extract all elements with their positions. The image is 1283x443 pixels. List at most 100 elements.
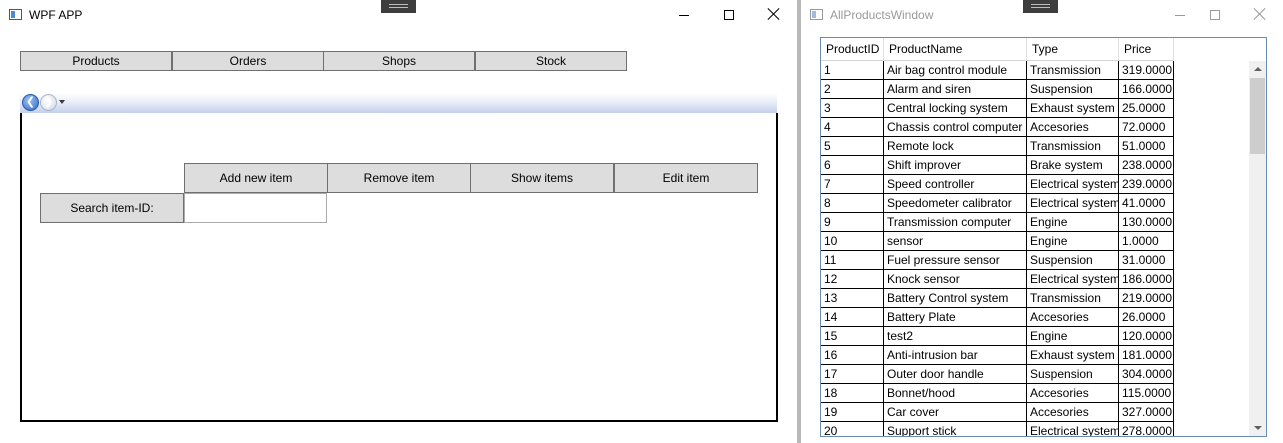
maximize-button[interactable] bbox=[1192, 0, 1238, 30]
cell-price[interactable]: 51.0000 bbox=[1119, 137, 1174, 156]
cell-productid[interactable]: 8 bbox=[821, 194, 884, 213]
cell-type[interactable]: Transmission bbox=[1027, 61, 1119, 80]
window-grip-icon[interactable] bbox=[1023, 0, 1058, 13]
cell-productid[interactable]: 17 bbox=[821, 365, 884, 384]
maximize-button[interactable] bbox=[706, 0, 752, 30]
cell-type[interactable]: Engine bbox=[1027, 213, 1119, 232]
cell-price[interactable]: 120.0000 bbox=[1119, 327, 1174, 346]
cell-price[interactable]: 130.0000 bbox=[1119, 213, 1174, 232]
cell-productname[interactable]: Support stick bbox=[884, 422, 1027, 436]
table-row[interactable]: 15 test2 Engine 120.0000 bbox=[821, 327, 1250, 346]
cell-type[interactable]: Exhaust system bbox=[1027, 99, 1119, 118]
cell-type[interactable]: Electrical system bbox=[1027, 194, 1119, 213]
cell-productname[interactable]: sensor bbox=[884, 232, 1027, 251]
cell-productname[interactable]: Knock sensor bbox=[884, 270, 1027, 289]
cell-productid[interactable]: 13 bbox=[821, 289, 884, 308]
cell-price[interactable]: 304.0000 bbox=[1119, 365, 1174, 384]
table-row[interactable]: 17 Outer door handle Suspension 304.0000 bbox=[821, 365, 1250, 384]
table-row[interactable]: 5 Remote lock Transmission 51.0000 bbox=[821, 137, 1250, 156]
cell-productid[interactable]: 19 bbox=[821, 403, 884, 422]
cell-productname[interactable]: Outer door handle bbox=[884, 365, 1027, 384]
table-row[interactable]: 6 Shift improver Brake system 238.0000 bbox=[821, 156, 1250, 175]
table-row[interactable]: 16 Anti-intrusion bar Exhaust system 181.00… bbox=[821, 346, 1250, 365]
cell-productname[interactable]: Anti-intrusion bar bbox=[884, 346, 1027, 365]
column-header-productid[interactable]: ProductID bbox=[821, 38, 884, 61]
cell-price[interactable]: 1.0000 bbox=[1119, 232, 1174, 251]
cell-productname[interactable]: Air bag control module bbox=[884, 61, 1027, 80]
cell-productid[interactable]: 9 bbox=[821, 213, 884, 232]
cell-productname[interactable]: Shift improver bbox=[884, 156, 1027, 175]
column-header-type[interactable]: Type bbox=[1027, 38, 1119, 61]
cell-type[interactable]: Exhaust system bbox=[1027, 346, 1119, 365]
column-header-price[interactable]: Price bbox=[1119, 38, 1174, 61]
cell-productname[interactable]: Battery Plate bbox=[884, 308, 1027, 327]
cell-productname[interactable]: Battery Control system bbox=[884, 289, 1027, 308]
cell-productname[interactable]: Chassis control computer bbox=[884, 118, 1027, 137]
back-arrow-icon[interactable]: ❮ bbox=[22, 94, 39, 111]
cell-type[interactable]: Engine bbox=[1027, 232, 1119, 251]
cell-productid[interactable]: 14 bbox=[821, 308, 884, 327]
table-row[interactable]: 11 Fuel pressure sensor Suspension 31.0000 bbox=[821, 251, 1250, 270]
cell-productid[interactable]: 18 bbox=[821, 384, 884, 403]
products-button[interactable]: Products bbox=[20, 51, 172, 71]
table-row[interactable]: 1 Air bag control module Transmission 319.0… bbox=[821, 61, 1250, 80]
cell-price[interactable]: 238.0000 bbox=[1119, 156, 1174, 175]
table-row[interactable]: 13 Battery Control system Transmission 219.… bbox=[821, 289, 1250, 308]
cell-productname[interactable]: Bonnet/hood bbox=[884, 384, 1027, 403]
cell-productname[interactable]: Speedometer calibrator bbox=[884, 194, 1027, 213]
stock-button[interactable]: Stock bbox=[475, 51, 627, 71]
cell-type[interactable]: Suspension bbox=[1027, 251, 1119, 270]
cell-productname[interactable]: Alarm and siren bbox=[884, 80, 1027, 99]
scroll-down-icon[interactable] bbox=[1249, 419, 1266, 436]
cell-price[interactable]: 115.0000 bbox=[1119, 384, 1174, 403]
cell-price[interactable]: 181.0000 bbox=[1119, 346, 1174, 365]
cell-productid[interactable]: 16 bbox=[821, 346, 884, 365]
cell-price[interactable]: 26.0000 bbox=[1119, 308, 1174, 327]
cell-productid[interactable]: 12 bbox=[821, 270, 884, 289]
cell-price[interactable]: 327.0000 bbox=[1119, 403, 1174, 422]
cell-type[interactable]: Accesories bbox=[1027, 118, 1119, 137]
cell-productname[interactable]: Remote lock bbox=[884, 137, 1027, 156]
cell-productname[interactable]: Central locking system bbox=[884, 99, 1027, 118]
column-header-productname[interactable]: ProductName bbox=[884, 38, 1027, 61]
minimize-button[interactable] bbox=[661, 0, 707, 30]
shops-button[interactable]: Shops bbox=[323, 51, 475, 71]
cell-productid[interactable]: 11 bbox=[821, 251, 884, 270]
cell-productname[interactable]: test2 bbox=[884, 327, 1027, 346]
products-data-grid[interactable]: ProductID ProductName Type Price 1 Air ba… bbox=[820, 37, 1267, 437]
table-row[interactable]: 4 Chassis control computer Accesories 72.00… bbox=[821, 118, 1250, 137]
cell-productid[interactable]: 6 bbox=[821, 156, 884, 175]
cell-price[interactable]: 239.0000 bbox=[1119, 175, 1174, 194]
edit-item-button[interactable]: Edit item bbox=[614, 163, 758, 193]
orders-button[interactable]: Orders bbox=[172, 51, 324, 71]
cell-type[interactable]: Transmission bbox=[1027, 289, 1119, 308]
cell-price[interactable]: 31.0000 bbox=[1119, 251, 1174, 270]
table-row[interactable]: 19 Car cover Accesories 327.0000 bbox=[821, 403, 1250, 422]
cell-price[interactable]: 319.0000 bbox=[1119, 61, 1174, 80]
table-row[interactable]: 3 Central locking system Exhaust system 25.… bbox=[821, 99, 1250, 118]
show-items-button[interactable]: Show items bbox=[470, 163, 614, 193]
cell-price[interactable]: 166.0000 bbox=[1119, 80, 1174, 99]
cell-price[interactable]: 219.0000 bbox=[1119, 289, 1174, 308]
table-row[interactable]: 14 Battery Plate Accesories 26.0000 bbox=[821, 308, 1250, 327]
table-row[interactable]: 18 Bonnet/hood Accesories 115.0000 bbox=[821, 384, 1250, 403]
cell-productid[interactable]: 7 bbox=[821, 175, 884, 194]
search-item-id-input[interactable] bbox=[184, 193, 327, 223]
cell-productname[interactable]: Fuel pressure sensor bbox=[884, 251, 1027, 270]
add-new-item-button[interactable]: Add new item bbox=[184, 163, 328, 193]
cell-type[interactable]: Engine bbox=[1027, 327, 1119, 346]
table-row[interactable]: 20 Support stick Electrical system 278.0000 bbox=[821, 422, 1250, 436]
table-row[interactable]: 10 sensor Engine 1.0000 bbox=[821, 232, 1250, 251]
close-button[interactable] bbox=[751, 0, 797, 30]
cell-price[interactable]: 72.0000 bbox=[1119, 118, 1174, 137]
navigation-dropdown-icon[interactable] bbox=[59, 100, 65, 104]
cell-type[interactable]: Brake system bbox=[1027, 156, 1119, 175]
cell-productname[interactable]: Speed controller bbox=[884, 175, 1027, 194]
cell-productid[interactable]: 20 bbox=[821, 422, 884, 436]
cell-productid[interactable]: 15 bbox=[821, 327, 884, 346]
cell-type[interactable]: Electrical system bbox=[1027, 270, 1119, 289]
cell-productid[interactable]: 1 bbox=[821, 61, 884, 80]
cell-type[interactable]: Accesories bbox=[1027, 308, 1119, 327]
cell-type[interactable]: Accesories bbox=[1027, 384, 1119, 403]
cell-type[interactable]: Accesories bbox=[1027, 403, 1119, 422]
